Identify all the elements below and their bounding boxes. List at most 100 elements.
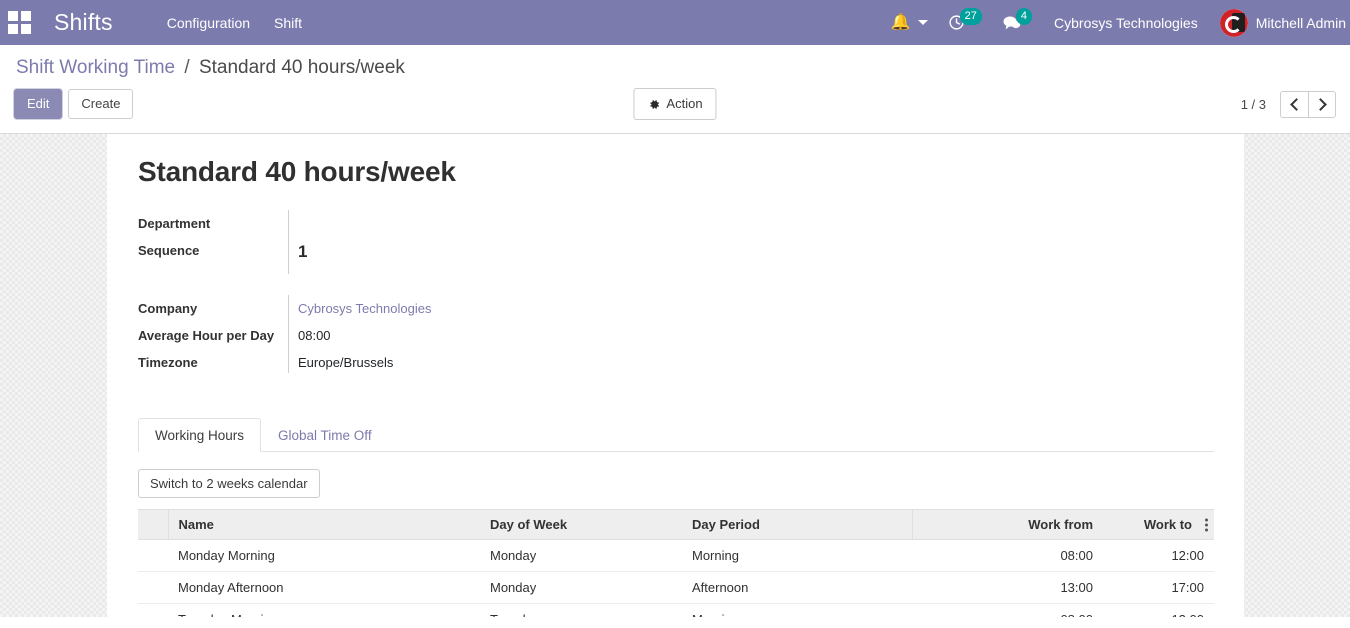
cell-work-from[interactable]: 13:00 <box>912 571 1103 605</box>
user-name-label: Mitchell Admin <box>1255 14 1346 31</box>
cell-work-to[interactable]: 17:00 <box>1103 571 1214 605</box>
notebook-page-working-hours: Switch to 2 weeks calendar Name Day of W… <box>138 452 1214 618</box>
cell-work-from[interactable]: 08:00 <box>912 539 1103 573</box>
field-value-sequence[interactable]: 1 <box>288 241 307 263</box>
chevron-right-icon <box>1314 97 1327 111</box>
chevron-left-icon <box>1289 97 1303 111</box>
cell-day-of-week[interactable]: Monday <box>480 571 682 605</box>
field-value-department[interactable] <box>288 214 298 233</box>
control-panel: Shift Working Time / Standard 40 hours/w… <box>0 45 1350 135</box>
messages-count-badge: 4 <box>1015 8 1033 25</box>
table-row[interactable]: Monday Morning Monday Morning 08:00 12:00 <box>138 539 1214 573</box>
activity-menu[interactable]: 27 <box>938 0 992 45</box>
notebook-tabs: Working Hours Global Time Off <box>138 418 1214 453</box>
field-label-sequence: Sequence <box>138 243 200 259</box>
cell-day-period[interactable]: Morning <box>682 539 912 573</box>
action-menu-wrap: Action <box>633 88 717 121</box>
field-value-company[interactable]: Cybrosys Technologies <box>288 299 431 318</box>
cell-day-of-week[interactable]: Monday <box>480 539 682 573</box>
group-divider <box>288 210 289 275</box>
control-panel-buttons: Edit Create Action 1 / 3 <box>0 83 1350 133</box>
activity-icon-wrap: 27 <box>948 8 982 31</box>
pager-value: 1 / 3 <box>1240 96 1266 112</box>
switch-to-2-weeks-calendar-button[interactable]: Switch to 2 weeks calendar <box>138 469 320 499</box>
action-button-label: Action <box>666 96 703 111</box>
app-brand-name[interactable]: Shifts <box>40 9 127 36</box>
apps-grid-icon[interactable] <box>6 10 32 36</box>
field-label-company: Company <box>138 301 198 317</box>
cell-handle[interactable] <box>138 603 168 618</box>
pager: 1 / 3 <box>1240 90 1336 118</box>
cell-work-to[interactable]: 12:00 <box>1103 539 1214 573</box>
field-label-average-hour-per-day: Average Hour per Day <box>138 328 275 344</box>
menu-item-configuration[interactable]: Configuration <box>155 9 262 37</box>
field-company: Company Cybrosys Technologies <box>138 299 1214 318</box>
column-day-of-week[interactable]: Day of Week <box>480 509 682 541</box>
messages-menu[interactable]: 4 <box>992 0 1042 45</box>
table-body: Monday Morning Monday Morning 08:00 12:00 Mon… <box>138 539 1214 618</box>
field-value-average-hour-per-day[interactable]: 08:00 <box>288 326 331 345</box>
top-navbar: Shifts Configuration Shift 🔔 27 4 Cybros… <box>0 0 1350 45</box>
dot <box>1205 528 1208 532</box>
tab-working-hours[interactable]: Working Hours <box>138 418 262 453</box>
column-handle <box>138 509 169 541</box>
edit-button[interactable]: Edit <box>14 89 63 120</box>
field-value-timezone[interactable]: Europe/Brussels <box>288 353 393 372</box>
breadcrumb-root[interactable]: Shift Working Time <box>16 57 175 78</box>
form-view-background: Standard 40 hours/week Department Sequen… <box>0 134 1350 618</box>
navbar-right-tools: 🔔 27 4 Cybrosys Technologies Mitchell Ad… <box>881 0 1350 45</box>
pager-previous-button[interactable] <box>1280 90 1308 118</box>
column-name[interactable]: Name <box>168 509 480 541</box>
breadcrumb-current: Standard 40 hours/week <box>198 57 405 78</box>
apps-grid-square <box>20 24 31 34</box>
page-title: Standard 40 hours/week <box>138 156 456 188</box>
field-sequence: Sequence 1 <box>138 241 1214 263</box>
cell-work-to[interactable]: 12:00 <box>1103 603 1214 618</box>
user-menu[interactable]: Mitchell Admin <box>1210 8 1350 37</box>
table-row[interactable]: Tuesday MorningTuesdayMorning08:0012:00 <box>138 603 1214 618</box>
field-group-primary: Department Sequence 1 <box>138 210 1214 275</box>
cell-name[interactable]: Monday Morning <box>168 539 480 573</box>
field-average-hour-per-day: Average Hour per Day 08:00 <box>138 326 1214 345</box>
breadcrumb-separator: / <box>184 57 190 78</box>
notebook: Working Hours Global Time Off Switch to … <box>138 418 1214 618</box>
menu-item-shift[interactable]: Shift <box>262 9 314 37</box>
cell-day-of-week[interactable]: Tuesday <box>480 603 682 618</box>
tab-global-time-off[interactable]: Global Time Off <box>261 418 389 452</box>
messages-icon-wrap: 4 <box>1002 8 1033 31</box>
field-department: Department <box>138 214 1214 233</box>
cell-handle[interactable] <box>138 571 168 605</box>
dot <box>1205 518 1208 522</box>
cell-work-from[interactable]: 08:00 <box>912 603 1103 618</box>
field-label-timezone: Timezone <box>138 355 198 371</box>
action-button[interactable]: Action <box>633 88 717 121</box>
cell-name[interactable]: Monday Afternoon <box>168 571 480 605</box>
field-label-department: Department <box>138 216 211 232</box>
pager-next-button[interactable] <box>1308 90 1336 118</box>
apps-grid-square <box>7 24 18 34</box>
apps-grid-square <box>7 11 18 21</box>
chevron-down-icon <box>917 20 928 25</box>
options-dots-icon[interactable] <box>1205 518 1208 532</box>
notifications-menu[interactable]: 🔔 <box>881 0 938 45</box>
column-day-period[interactable]: Day Period <box>682 509 912 541</box>
column-work-from[interactable]: Work from <box>911 509 1103 541</box>
cell-day-period[interactable]: Afternoon <box>682 571 912 605</box>
gear-icon <box>650 99 659 109</box>
company-switcher[interactable]: Cybrosys Technologies <box>1042 15 1210 31</box>
dot <box>1205 523 1208 527</box>
column-work-to[interactable]: Work to <box>1103 509 1214 541</box>
table-header-row: Name Day of Week Day Period Work from Wo… <box>138 509 1214 541</box>
cell-handle[interactable] <box>138 539 168 573</box>
activity-count-badge: 27 <box>959 8 982 25</box>
create-button[interactable]: Create <box>68 89 134 120</box>
cell-name[interactable]: Tuesday Morning <box>168 603 480 618</box>
main-menu: Configuration Shift <box>155 9 314 37</box>
group-divider <box>288 295 289 374</box>
apps-grid-square <box>20 11 31 21</box>
table-row[interactable]: Monday Afternoon Monday Afternoon 13:00 17:0… <box>138 571 1214 605</box>
bell-icon: 🔔 <box>890 13 911 31</box>
working-hours-list: Name Day of Week Day Period Work from Wo… <box>138 509 1214 618</box>
column-work-to-label: Work to <box>1143 517 1192 533</box>
cell-day-period[interactable]: Morning <box>682 603 912 618</box>
